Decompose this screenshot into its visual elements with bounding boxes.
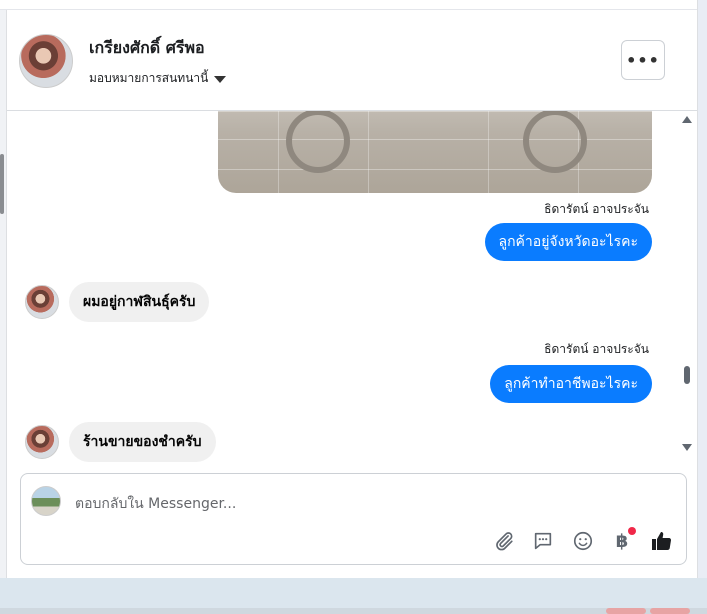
more-options-button[interactable]: •••	[621, 40, 665, 80]
scroll-up-arrow-icon[interactable]	[682, 116, 692, 123]
assign-label: มอบหมายการสนทนานี้	[89, 71, 209, 85]
contact-avatar-small[interactable]	[25, 285, 59, 319]
paperclip-icon[interactable]	[491, 528, 517, 554]
incoming-message[interactable]: ผมอยู่กาฬสินธุ์ครับ	[69, 282, 210, 322]
baht-icon[interactable]: ฿	[609, 526, 637, 554]
reply-input[interactable]: ตอบกลับใน Messenger...	[75, 493, 236, 515]
smiley-icon[interactable]	[570, 528, 596, 554]
conversation-header: เกรียงศักดิ์ ศรีพอ มอบหมายการสนทนานี้ ••…	[7, 10, 697, 111]
page-avatar	[31, 486, 61, 516]
outgoing-message[interactable]: ลูกค้าทำอาชีพอะไรคะ	[490, 365, 652, 403]
message-list: ธิดารัตน์ อาจประจัน ลูกค้าอยู่จังหวัดอะไ…	[7, 111, 697, 466]
sender-name: ธิดารัตน์ อาจประจัน	[544, 202, 649, 216]
contact-name[interactable]: เกรียงศักดิ์ ศรีพอ	[89, 36, 205, 61]
caret-down-icon	[214, 76, 227, 83]
shared-photo[interactable]	[218, 111, 652, 193]
message-scrollbar-thumb[interactable]	[684, 366, 690, 384]
thumbs-up-icon[interactable]	[649, 528, 675, 554]
assign-conversation-dropdown[interactable]: มอบหมายการสนทนานี้	[89, 69, 227, 88]
chat-bubble-icon[interactable]	[530, 528, 556, 554]
contact-avatar-small[interactable]	[25, 425, 59, 459]
ellipsis-icon: •••	[626, 50, 660, 70]
outgoing-message[interactable]: ลูกค้าอยู่จังหวัดอะไรคะ	[484, 223, 652, 261]
scroll-down-arrow-icon[interactable]	[682, 444, 692, 451]
photo-wheel	[523, 111, 587, 173]
right-edge	[697, 0, 707, 580]
incoming-message-row: ผมอยู่กาฬสินธุ์ครับ	[25, 282, 210, 322]
incoming-message[interactable]: ร้านขายของชำครับ	[69, 422, 216, 462]
conversation-panel: เกรียงศักดิ์ ศรีพอ มอบหมายการสนทนานี้ ••…	[0, 0, 707, 614]
contact-avatar[interactable]	[19, 34, 73, 88]
bottom-taskbar-edge	[0, 578, 707, 614]
baht-symbol: ฿	[615, 530, 629, 552]
top-edge	[0, 0, 707, 10]
reply-composer: ตอบกลับใน Messenger... ฿	[20, 473, 687, 565]
left-scrollbar-thumb[interactable]	[0, 154, 4, 214]
incoming-message-row: ร้านขายของชำครับ	[25, 422, 216, 462]
left-scrollbar-track[interactable]	[0, 10, 7, 580]
sender-name: ธิดารัตน์ อาจประจัน	[544, 342, 649, 356]
photo-wheel	[286, 111, 350, 173]
notification-dot	[628, 526, 637, 535]
